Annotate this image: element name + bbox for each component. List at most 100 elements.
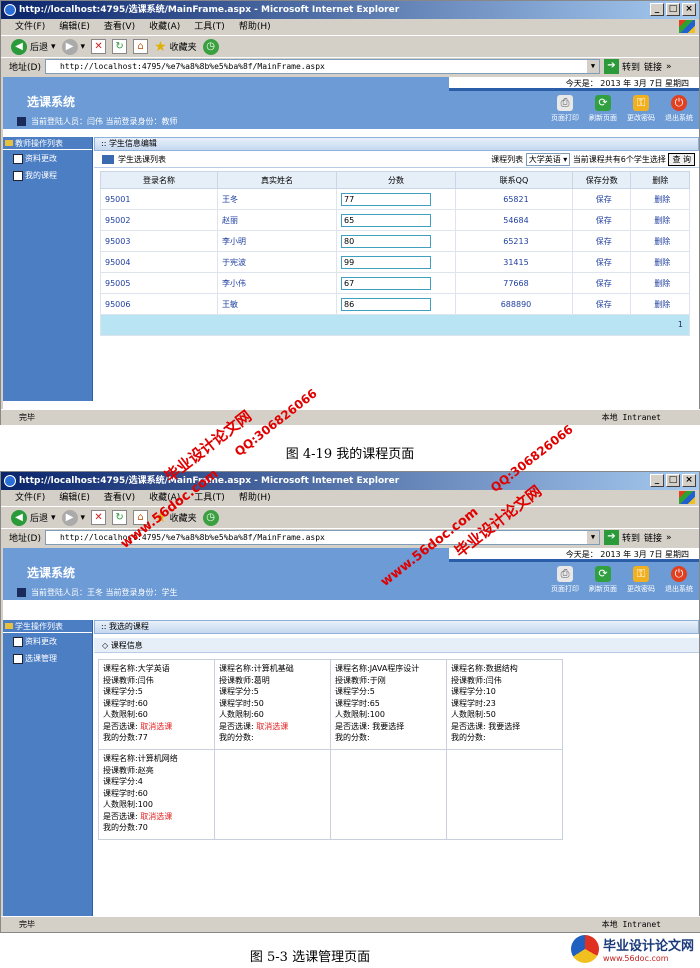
chevron-right-icon[interactable]: » bbox=[666, 533, 672, 543]
cancel-course-link[interactable]: 取消选课 bbox=[140, 812, 172, 821]
menu-tools[interactable]: 工具(T) bbox=[194, 19, 225, 35]
chevron-right-icon[interactable]: » bbox=[666, 62, 672, 72]
delete-link[interactable]: 删除 bbox=[630, 293, 690, 315]
history-icon[interactable]: ◷ bbox=[202, 509, 219, 526]
maximize-button[interactable]: □ bbox=[666, 474, 680, 487]
logout-button[interactable]: ⏻ 退出系统 bbox=[663, 95, 695, 123]
back-button[interactable]: ◀ 后退 ▾ bbox=[11, 509, 56, 526]
print-page-button[interactable]: ⎙ 页面打印 bbox=[549, 566, 581, 594]
score-input[interactable]: 65 bbox=[340, 213, 431, 227]
address-dropdown-icon[interactable]: ▼ bbox=[586, 531, 599, 544]
page-viewport: 今天是： 2013 年 3月 7日 星期四 选课系统 当前登陆人员：闫伟 当前登… bbox=[3, 77, 699, 409]
maximize-button[interactable]: □ bbox=[666, 3, 680, 16]
go-arrow-icon: ➔ bbox=[603, 530, 619, 545]
delete-link[interactable]: 删除 bbox=[630, 272, 690, 294]
delete-link[interactable]: 删除 bbox=[630, 188, 690, 210]
menu-file[interactable]: 文件(F) bbox=[15, 19, 45, 35]
menu-help[interactable]: 帮助(H) bbox=[239, 490, 271, 506]
score-input[interactable]: 77 bbox=[340, 192, 431, 206]
score-input[interactable]: 86 bbox=[340, 297, 431, 311]
page-link[interactable]: 1 bbox=[678, 320, 683, 329]
login-cell: 95005 bbox=[100, 272, 218, 294]
refresh-page-button[interactable]: ⟳ 刷新页面 bbox=[587, 95, 619, 123]
stop-icon[interactable]: ✕ bbox=[91, 39, 107, 54]
select-course-link[interactable]: 我要选择 bbox=[372, 722, 404, 731]
column-header: 联系QQ bbox=[454, 171, 573, 189]
table-row: 95006 王敏 86 688890 保存 删除 bbox=[100, 293, 690, 315]
change-password-button[interactable]: ⚿ 更改密码 bbox=[625, 95, 657, 123]
menu-favorites[interactable]: 收藏(A) bbox=[149, 19, 180, 35]
forward-button[interactable]: ▶ ▾ bbox=[61, 38, 85, 55]
delete-link[interactable]: 删除 bbox=[630, 251, 690, 273]
links-button[interactable]: 链接 bbox=[644, 60, 662, 73]
back-arrow-icon: ◀ bbox=[11, 38, 27, 55]
links-button[interactable]: 链接 bbox=[644, 531, 662, 544]
go-button[interactable]: ➔ 转到 bbox=[603, 59, 640, 74]
app-header: 今天是： 2013 年 3月 7日 星期四 选课系统 当前登陆人员：闫伟 当前登… bbox=[3, 77, 699, 129]
save-score-link[interactable]: 保存 bbox=[571, 293, 632, 315]
address-bar: 地址(D) http://localhost:4795/%e7%a8%8b%e5… bbox=[1, 528, 699, 546]
course-hours: 课程学时:50 bbox=[219, 698, 264, 708]
save-score-link[interactable]: 保存 bbox=[571, 251, 632, 273]
history-icon[interactable]: ◷ bbox=[202, 38, 219, 55]
go-button[interactable]: ➔ 转到 bbox=[603, 530, 640, 545]
course-limit: 人数限制:60 bbox=[219, 710, 264, 719]
menu-view[interactable]: 查看(V) bbox=[104, 490, 135, 506]
save-score-link[interactable]: 保存 bbox=[571, 230, 632, 252]
status-text: 完毕 bbox=[19, 920, 35, 929]
stop-icon[interactable]: ✕ bbox=[91, 510, 107, 525]
sidebar-item-my-courses[interactable]: 我的课程 bbox=[3, 167, 92, 184]
close-button[interactable]: × bbox=[682, 474, 696, 487]
ie-icon bbox=[4, 475, 16, 487]
save-score-link[interactable]: 保存 bbox=[571, 188, 632, 210]
score-input[interactable]: 67 bbox=[340, 276, 431, 290]
score-input[interactable]: 80 bbox=[340, 234, 431, 248]
qq-cell: 688890 bbox=[454, 293, 573, 315]
save-score-link[interactable]: 保存 bbox=[571, 272, 632, 294]
course-chosen: 是否选课: 取消选课 bbox=[103, 811, 173, 821]
course-card-empty bbox=[330, 749, 447, 840]
menu-file[interactable]: 文件(F) bbox=[15, 490, 45, 506]
menu-edit[interactable]: 编辑(E) bbox=[59, 19, 90, 35]
query-button[interactable]: 查 询 bbox=[668, 153, 695, 166]
course-hours: 课程学时:23 bbox=[451, 698, 496, 708]
cancel-course-link[interactable]: 取消选课 bbox=[140, 722, 172, 731]
logout-button[interactable]: ⏻ 退出系统 bbox=[663, 566, 695, 594]
address-input[interactable]: http://localhost:4795/%e7%a8%8b%e5%ba%8f… bbox=[44, 59, 600, 74]
forward-button[interactable]: ▶ ▾ bbox=[61, 509, 85, 526]
menu-help[interactable]: 帮助(H) bbox=[239, 19, 271, 35]
minimize-button[interactable]: _ bbox=[650, 474, 664, 487]
menu-bar: 文件(F) 编辑(E) 查看(V) 收藏(A) 工具(T) 帮助(H) bbox=[1, 19, 699, 35]
course-score: 我的分数: bbox=[219, 733, 254, 742]
toolbar: ◀ 后退 ▾ ▶ ▾ ✕ ↻ ⌂ ★ 收藏夹 ◷ bbox=[1, 506, 699, 528]
delete-link[interactable]: 删除 bbox=[630, 209, 690, 231]
sidebar-item-profile[interactable]: 资料更改 bbox=[3, 633, 92, 650]
menu-view[interactable]: 查看(V) bbox=[104, 19, 135, 35]
logo-ring-icon bbox=[570, 935, 599, 963]
course-limit: 人数限制:60 bbox=[103, 710, 148, 719]
back-button[interactable]: ◀ 后退 ▾ bbox=[11, 38, 56, 55]
refresh-icon[interactable]: ↻ bbox=[112, 510, 128, 525]
select-course-link[interactable]: 我要选择 bbox=[488, 722, 520, 731]
menu-edit[interactable]: 编辑(E) bbox=[59, 490, 90, 506]
save-score-link[interactable]: 保存 bbox=[571, 209, 632, 231]
sidebar-item-course-management[interactable]: 选课管理 bbox=[3, 650, 92, 667]
favorites-button[interactable]: ★ 收藏夹 bbox=[154, 39, 197, 55]
refresh-page-button[interactable]: ⟳ 刷新页面 bbox=[587, 566, 619, 594]
print-page-button[interactable]: ⎙ 页面打印 bbox=[549, 95, 581, 123]
refresh-icon[interactable]: ↻ bbox=[112, 39, 128, 54]
score-cell: 67 bbox=[335, 272, 456, 294]
home-icon[interactable]: ⌂ bbox=[133, 39, 149, 54]
minimize-button[interactable]: _ bbox=[650, 3, 664, 16]
score-input[interactable]: 99 bbox=[340, 255, 431, 269]
address-dropdown-icon[interactable]: ▼ bbox=[586, 60, 599, 73]
change-password-button[interactable]: ⚿ 更改密码 bbox=[625, 566, 657, 594]
sidebar-item-profile[interactable]: 资料更改 bbox=[3, 150, 92, 167]
course-select[interactable]: 大学英语 ▾ bbox=[525, 153, 571, 166]
course-credit: 课程学分:5 bbox=[335, 687, 375, 696]
cancel-course-link[interactable]: 取消选课 bbox=[256, 722, 288, 731]
refresh-icon: ⟳ bbox=[595, 95, 611, 111]
close-button[interactable]: × bbox=[682, 3, 696, 16]
zone-indicator: 本地 Intranet bbox=[601, 920, 661, 929]
delete-link[interactable]: 删除 bbox=[630, 230, 690, 252]
